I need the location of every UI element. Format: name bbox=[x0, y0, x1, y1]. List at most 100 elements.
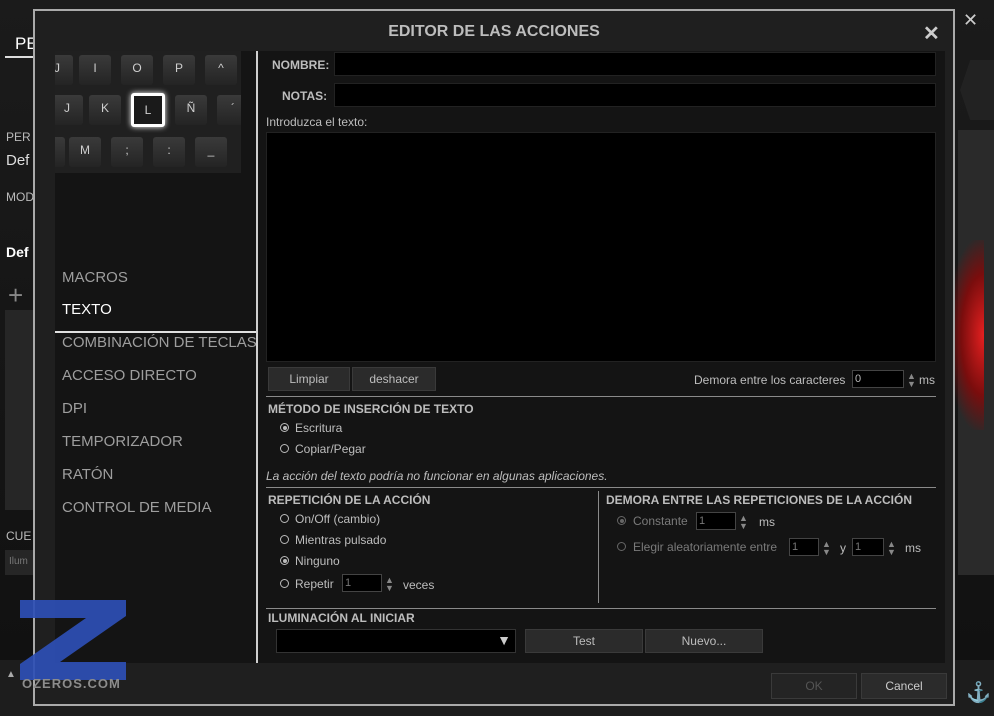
char-delay-input[interactable]: 0 bbox=[852, 370, 904, 388]
ozeros-logo: OZEROS.COM bbox=[20, 600, 128, 691]
lighting-title: ILUMINACIÓN AL INICIAR bbox=[268, 611, 415, 625]
radio-aleatorio[interactable] bbox=[617, 542, 626, 551]
radio-copiar-pegar-label[interactable]: Copiar/Pegar bbox=[295, 442, 366, 456]
random-max-stepper-icon[interactable]: ▲ ▼ bbox=[887, 540, 896, 557]
radio-escritura[interactable] bbox=[280, 423, 289, 432]
section-divider bbox=[598, 491, 599, 603]
text-input-area[interactable] bbox=[266, 132, 936, 362]
repetition-title: REPETICIÓN DE LA ACCIÓN bbox=[268, 493, 431, 507]
bg-label-5: CUE bbox=[6, 529, 32, 543]
constant-delay-input[interactable]: 1 bbox=[696, 512, 736, 530]
radio-repetir-label[interactable]: Repetir bbox=[295, 577, 334, 591]
divider bbox=[266, 608, 936, 609]
delay-title: DEMORA ENTRE LAS REPETICIONES DE LA ACCI… bbox=[606, 493, 913, 507]
sidebar-item-control-media[interactable]: CONTROL DE MEDIA bbox=[62, 499, 211, 516]
repeat-unit: veces bbox=[403, 578, 435, 592]
bg-label-2: Def bbox=[6, 152, 30, 169]
dialog-title: EDITOR DE LAS ACCIONES bbox=[388, 23, 600, 40]
key[interactable]: _ bbox=[195, 137, 227, 167]
key[interactable]: J bbox=[55, 95, 83, 125]
sidebar-item-dpi[interactable]: DPI bbox=[62, 400, 87, 417]
bg-add-icon[interactable]: + bbox=[8, 280, 23, 311]
radio-ninguno-label[interactable]: Ninguno bbox=[295, 554, 340, 568]
lighting-select[interactable]: ▼ bbox=[276, 629, 516, 653]
radio-onoff-label[interactable]: On/Off (cambio) bbox=[295, 512, 380, 526]
key[interactable]: P bbox=[163, 55, 195, 85]
sidebar-item-texto[interactable]: TEXTO bbox=[62, 301, 112, 318]
new-lighting-button[interactable]: Nuevo... bbox=[645, 629, 763, 653]
sidebar-active-underline bbox=[55, 331, 256, 333]
radio-ninguno[interactable] bbox=[280, 556, 289, 565]
radio-constante[interactable] bbox=[617, 516, 626, 525]
key[interactable]: ´ bbox=[217, 95, 241, 125]
sidebar-item-macros[interactable]: MACROS bbox=[62, 269, 128, 286]
bg-label-6: Ilum bbox=[9, 556, 28, 567]
random-unit: ms bbox=[905, 541, 921, 555]
bg-hex-decoration bbox=[960, 60, 994, 120]
corsair-logo-icon: ⚓ bbox=[966, 682, 991, 704]
radio-mientras-pulsado-label[interactable]: Mientras pulsado bbox=[295, 533, 386, 547]
key-selected[interactable]: L bbox=[131, 93, 165, 127]
ozeros-logo-text: OZEROS.COM bbox=[22, 676, 121, 691]
key[interactable]: K bbox=[89, 95, 121, 125]
radio-aleatorio-label[interactable]: Elegir aleatoriamente entre bbox=[633, 540, 777, 554]
clear-button[interactable]: Limpiar bbox=[268, 367, 350, 391]
random-and-label: y bbox=[840, 541, 846, 555]
sidebar-item-temporizador[interactable]: TEMPORIZADOR bbox=[62, 433, 183, 450]
key[interactable] bbox=[55, 137, 65, 167]
key[interactable]: ^ bbox=[205, 55, 237, 85]
test-button[interactable]: Test bbox=[525, 629, 643, 653]
keyboard-preview: J I O P ^ J K L Ñ ´ M ; : _ bbox=[55, 51, 241, 173]
key[interactable]: M bbox=[69, 137, 101, 167]
divider bbox=[266, 396, 936, 397]
bg-panel bbox=[5, 310, 35, 510]
close-icon[interactable]: ✕ bbox=[923, 21, 940, 46]
bg-label-4: Def bbox=[6, 244, 29, 260]
radio-constante-label[interactable]: Constante bbox=[633, 514, 688, 528]
key[interactable]: ; bbox=[111, 137, 143, 167]
name-label: NOMBRE: bbox=[272, 58, 330, 72]
bg-label-1: PER bbox=[6, 130, 31, 144]
random-max-input[interactable]: 1 bbox=[852, 538, 884, 556]
repeat-stepper-icon[interactable]: ▲ ▼ bbox=[385, 576, 394, 593]
ozeros-z-logo-icon bbox=[20, 600, 126, 680]
cancel-button[interactable]: Cancel bbox=[861, 673, 947, 699]
char-delay-stepper-icon[interactable]: ▲ ▼ bbox=[907, 372, 916, 389]
notes-label: NOTAS: bbox=[282, 89, 328, 103]
sidebar-divider bbox=[256, 51, 258, 663]
radio-mientras-pulsado[interactable] bbox=[280, 535, 289, 544]
text-input-label: Introduzca el texto: bbox=[266, 115, 368, 129]
actions-editor-dialog: EDITOR DE LAS ACCIONES ✕ J I O P ^ J K L… bbox=[33, 9, 955, 706]
name-field[interactable] bbox=[334, 52, 936, 76]
sidebar-item-acceso-directo[interactable]: ACCESO DIRECTO bbox=[62, 367, 197, 384]
bg-tab-underline bbox=[5, 56, 35, 58]
constant-stepper-icon[interactable]: ▲ ▼ bbox=[739, 514, 748, 531]
insertion-title: MÉTODO DE INSERCIÓN DE TEXTO bbox=[268, 402, 474, 416]
key[interactable]: Ñ bbox=[175, 95, 207, 125]
ok-button[interactable]: OK bbox=[771, 673, 857, 699]
notes-field[interactable] bbox=[334, 83, 936, 107]
sidebar-item-raton[interactable]: RATÓN bbox=[62, 466, 113, 483]
bg-label-3: MOD bbox=[6, 190, 34, 204]
radio-copiar-pegar[interactable] bbox=[280, 444, 289, 453]
char-delay-label: Demora entre los caracteres bbox=[694, 373, 846, 387]
char-delay-unit: ms bbox=[919, 373, 935, 387]
constant-unit: ms bbox=[759, 515, 775, 529]
key[interactable]: O bbox=[121, 55, 153, 85]
random-min-stepper-icon[interactable]: ▲ ▼ bbox=[822, 540, 831, 557]
divider bbox=[266, 487, 936, 488]
sidebar-item-combinacion[interactable]: COMBINACIÓN DE TECLAS bbox=[62, 334, 257, 351]
random-min-input[interactable]: 1 bbox=[789, 538, 819, 556]
radio-onoff[interactable] bbox=[280, 514, 289, 523]
key[interactable]: : bbox=[153, 137, 185, 167]
radio-escritura-label[interactable]: Escritura bbox=[295, 421, 342, 435]
radio-repetir[interactable] bbox=[280, 579, 289, 588]
key[interactable]: I bbox=[79, 55, 111, 85]
bg-up-arrow-icon[interactable]: ▲ bbox=[6, 669, 16, 680]
dropdown-arrow-icon[interactable]: ▼ bbox=[497, 632, 511, 648]
key[interactable]: J bbox=[55, 55, 73, 85]
bg-close-icon[interactable]: ✕ bbox=[963, 10, 978, 31]
insertion-note: La acción del texto podría no funcionar … bbox=[266, 469, 608, 483]
undo-button[interactable]: deshacer bbox=[352, 367, 436, 391]
repeat-count-input[interactable]: 1 bbox=[342, 574, 382, 592]
